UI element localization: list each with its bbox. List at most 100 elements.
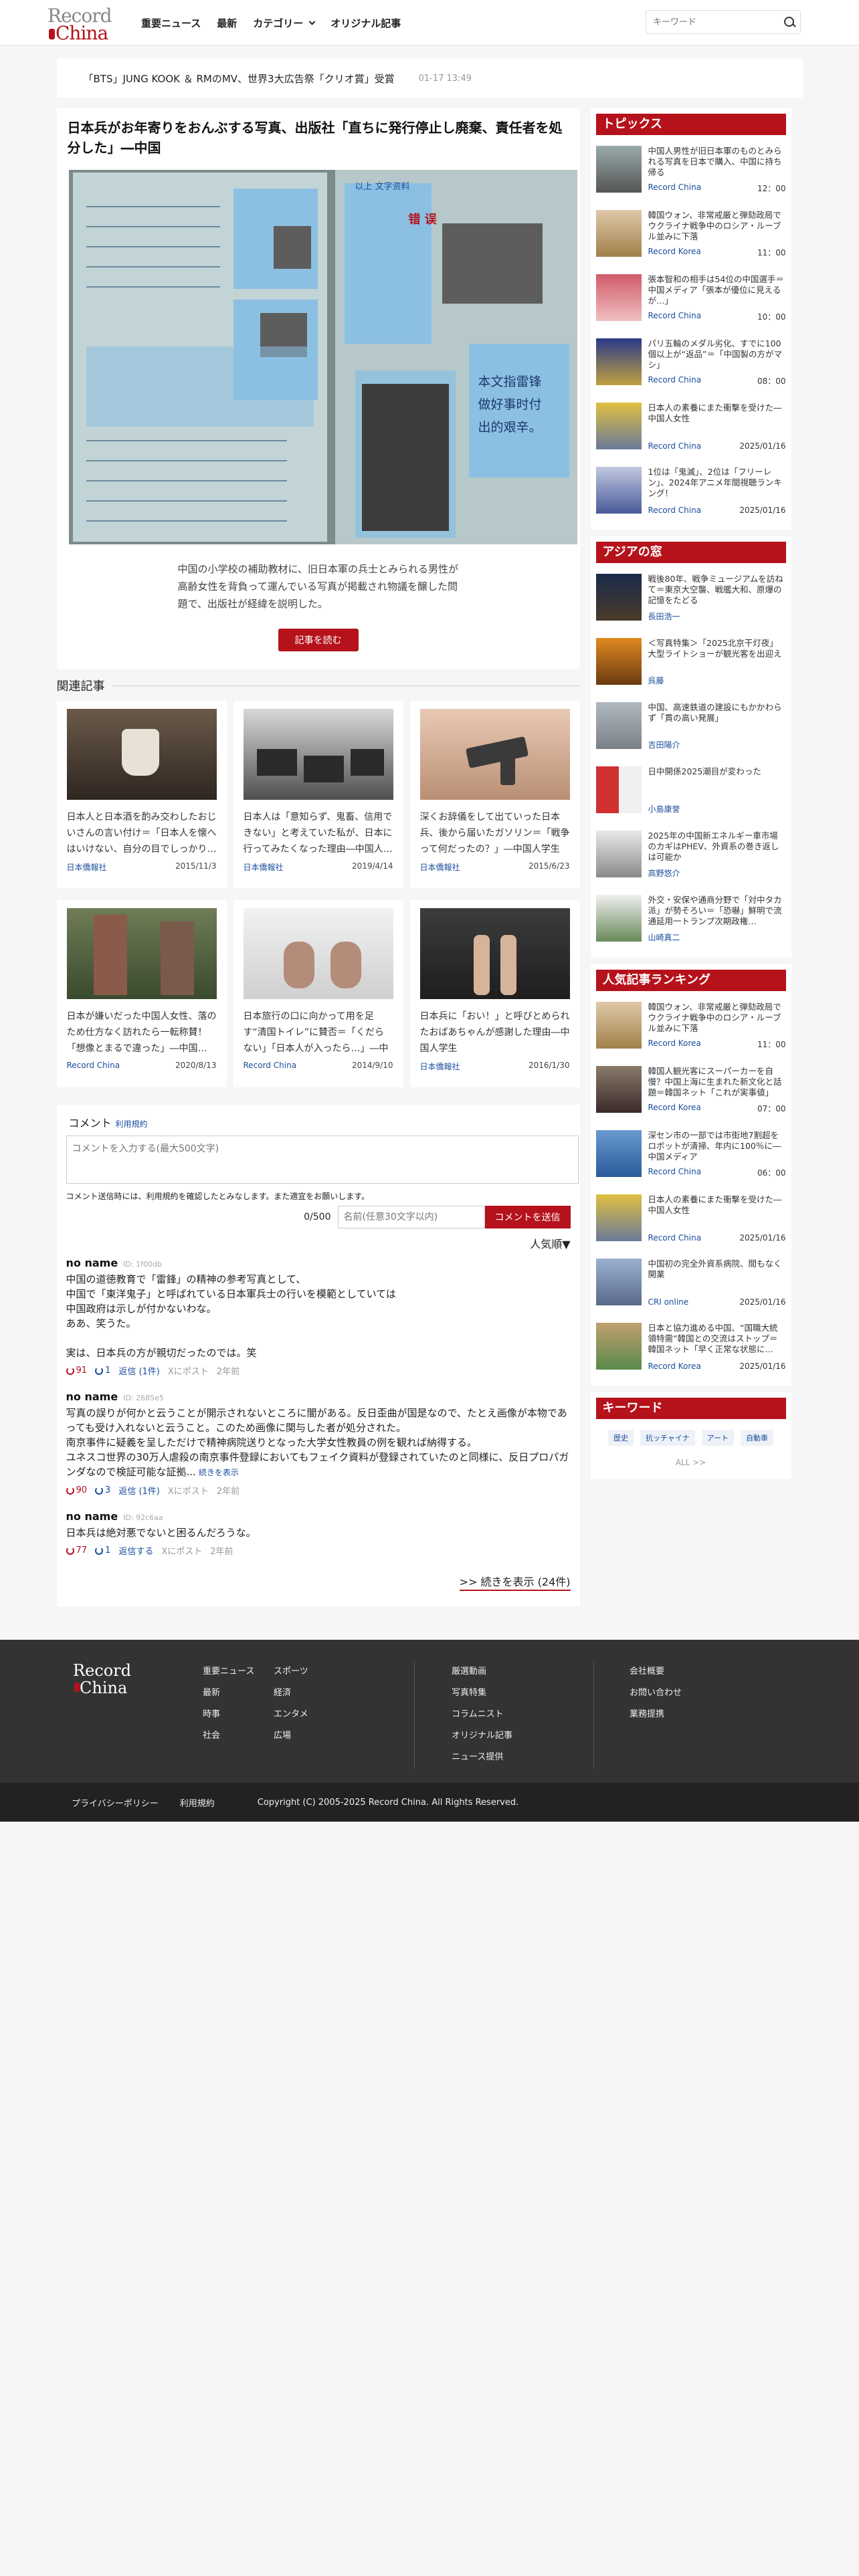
x-post-link[interactable]: Xにポスト (168, 1364, 209, 1377)
reply-link[interactable]: 返信する (118, 1544, 153, 1557)
topic-item[interactable]: パリ五輪のメダル劣化、すでに100個以上が“返品”＝「中国製の方がマシ」 Reco… (595, 338, 786, 392)
topic-item[interactable]: 中国人男性が旧日本軍のものとみられる写真を日本で購入、中国に持ち帰る Record… (595, 146, 786, 199)
read-article-button[interactable]: 記事を読む (278, 629, 359, 651)
topic-thumb[interactable] (595, 467, 642, 514)
related-thumb[interactable] (66, 709, 217, 800)
topic-thumb[interactable] (595, 403, 642, 449)
asia-item[interactable]: 2025年の中国新エネルギー車市場のカギはPHEV、外資系の巻き返しは可能か 高野… (595, 831, 786, 884)
asia-item[interactable]: 戦後80年、戦争ミュージアムを訪ねて＝東京大空襲、戦艦大和、原爆の記憶をたどる長… (595, 574, 786, 627)
like-button[interactable]: 91 (66, 1366, 87, 1376)
keyword-tag[interactable]: 歴史 (607, 1430, 634, 1446)
ranking-thumb[interactable] (595, 1194, 642, 1241)
search-box (646, 10, 801, 34)
x-post-link[interactable]: Xにポスト (161, 1544, 202, 1557)
topic-item[interactable]: 日本人の素養にまた衝撃を受けた―中国人女性 Record China 2025/01… (595, 403, 786, 456)
nav-important-news[interactable]: 重要ニュース (141, 16, 201, 30)
dislike-button[interactable]: 3 (95, 1485, 110, 1495)
send-comment-button[interactable]: コメントを送信 (484, 1206, 571, 1228)
asia-item[interactable]: ＜写真特集＞「2025北京干灯夜」大型ライトショーが観光客を出迎え 呉藤 (595, 638, 786, 691)
terms-link[interactable]: 利用規約 (116, 1119, 148, 1129)
like-button[interactable]: 90 (66, 1485, 87, 1495)
ranking-thumb[interactable] (595, 1066, 642, 1113)
ranking-item[interactable]: 日本人の素養にまた衝撃を受けた―中国人女性 Record China 2025/01… (595, 1194, 786, 1248)
related-thumb[interactable] (66, 908, 217, 999)
terms-footer-link[interactable]: 利用規約 (180, 1796, 215, 1809)
reply-link[interactable]: 返信 (1件) (118, 1484, 160, 1497)
article-title[interactable]: 日本兵がお年寄りをおんぶする写真、出版社「直ちに発行停止し廃棄、責任者を処分した… (68, 118, 571, 158)
topic-item[interactable]: 韓国ウォン、非常戒厳と弾劾政局でウクライナ戦争中のロシア・ルーブル並みに下落 Re… (595, 210, 786, 263)
ticker-headline[interactable]: 「BTS」JUNG KOOK ＆ RMのMV、世界3大広告祭「クリオ賞」受賞 (84, 72, 395, 86)
keyword-tag[interactable]: 抗ッチャイナ (640, 1430, 695, 1446)
ranking-thumb[interactable] (595, 1259, 642, 1305)
topic-thumb[interactable] (595, 210, 642, 257)
x-post-link[interactable]: Xにポスト (168, 1484, 209, 1497)
comment-user: no name (66, 1257, 118, 1269)
site-logo[interactable]: Record China (46, 3, 120, 44)
nav-original[interactable]: オリジナル記事 (330, 16, 401, 30)
thumbs-down-icon (95, 1366, 104, 1375)
ranking-item[interactable]: 日本と協力進める中国、“国職大統領特需”韓国との交流はストップ＝韓国ネット「早く… (595, 1323, 786, 1376)
ranking-thumb[interactable] (595, 1002, 642, 1049)
related-thumb[interactable] (419, 908, 570, 999)
topic-thumb[interactable] (595, 146, 642, 193)
related-item[interactable]: 日本旅行の口に向かって用を足す“清国トイレ”に賛否＝「くだらない」「日本人が入っ… (233, 900, 403, 1087)
nav-latest[interactable]: 最新 (217, 16, 237, 30)
keywords-all-link[interactable]: ALL >> (596, 1458, 786, 1467)
asia-thumb[interactable] (595, 574, 642, 621)
show-more-link[interactable]: 続きを表示 (199, 1468, 239, 1477)
ranking-item[interactable]: 韓国人観光客にスーパーカーを自慢？中国上海に生まれた新文化と話題＝韓国ネット「こ… (595, 1066, 786, 1119)
comment-item: no name ID: 2685e5 写真の誤りが何かと云うことが開示されないとこ… (66, 1390, 571, 1497)
dislike-button[interactable]: 1 (95, 1366, 110, 1376)
topic-thumb[interactable] (595, 338, 642, 385)
related-item[interactable]: 日本人と日本酒を酌み交わしたおじいさんの言い付け＝「日本人を懐へはいけない、自分… (56, 701, 227, 888)
show-more-comments-link[interactable]: >> 続きを表示 (24件) (459, 1576, 571, 1591)
nav-category[interactable]: カテゴリー (253, 16, 316, 30)
dislike-button[interactable]: 1 (95, 1545, 110, 1555)
reply-link[interactable]: 返信 (1件) (118, 1364, 160, 1377)
related-item[interactable]: 日本が嫌いだった中国人女性、落の ため仕方なく訪れたら一転称賛！「想像とまるで違… (56, 900, 227, 1087)
main-column: 日本兵がお年寄りをおんぶする写真、出版社「直ちに発行停止し廃棄、責任者を処分した… (56, 108, 580, 1606)
keywords-heading: キーワード (595, 1398, 786, 1419)
asia-item[interactable]: 外交・安保や通商分野で「対中タカ派」が勢そろい＝「恐嚇」鮮明で流通延用一トランプ… (595, 895, 786, 948)
copyright: Copyright (C) 2005-2025 Record China. Al… (257, 1797, 519, 1808)
like-button[interactable]: 77 (66, 1545, 87, 1555)
ranking-item[interactable]: 韓国ウォン、非常戒厳と弾劾政局でウクライナ戦争中のロシア・ルーブル並みに下落 Re… (595, 1002, 786, 1055)
sort-dropdown[interactable]: 人気順▼ (66, 1235, 570, 1251)
asia-thumb[interactable] (595, 831, 642, 877)
asia-thumb[interactable] (595, 766, 642, 813)
topic-item[interactable]: 1位は「鬼滅」、2位は「フリーレン」、2024年アニメ年間視聴ランキング！ Rec… (595, 467, 786, 520)
asia-thumb[interactable] (595, 895, 642, 942)
asia-thumb[interactable] (595, 638, 642, 685)
footer-col-1: 重要ニュース 最新 時事 社会 (203, 1667, 255, 1741)
comment-textarea[interactable] (66, 1136, 579, 1184)
asia-item[interactable]: 中国、高速鉄道の建設にもかかわらず「貫の高い発展」 吉田陽介 (595, 702, 786, 756)
comment-user: no name (66, 1390, 118, 1403)
keyword-tag[interactable]: 自動車 (741, 1430, 773, 1446)
topic-item[interactable]: 張本智和の相手は54位の中国選手＝中国メディア「張本が優位に見えるが…」 Reco… (595, 274, 786, 328)
article-photo[interactable]: 错 误 以上 文字资料 本文指雷锋 做好事时付 出的艰辛。 (68, 170, 577, 544)
comment-item: no name ID: 1f00db 中国の道徳教育で「雷鋒」の精神の参考写真とし… (66, 1257, 571, 1377)
related-thumb[interactable] (419, 709, 570, 800)
thumbs-up-icon (66, 1366, 74, 1375)
topic-thumb[interactable] (595, 274, 642, 321)
related-thumb[interactable] (243, 908, 393, 999)
related-grid: 日本人と日本酒を酌み交わしたおじいさんの言い付け＝「日本人を懐へはいけない、自分… (56, 701, 580, 1087)
privacy-link[interactable]: プライバシーポリシー (72, 1796, 159, 1809)
keyword-tag[interactable]: アート (701, 1430, 734, 1446)
related-thumb[interactable] (243, 709, 393, 800)
footer-logo[interactable]: Record China (73, 1661, 140, 1697)
name-input[interactable] (337, 1206, 485, 1228)
related-item[interactable]: 深くお辞儀をして出ていった日本兵、後から届いたガソリン＝「戦争って何だったの？」… (409, 701, 580, 888)
asia-thumb[interactable] (595, 702, 642, 749)
ranking-thumb[interactable] (595, 1130, 642, 1177)
search-input[interactable] (646, 11, 777, 33)
related-item[interactable]: 日本人は「意知らず、鬼畜、信用できない」と考えていた私が、日本に行ってみたくなっ… (233, 701, 403, 888)
ranking-item[interactable]: 中国初の完全外資系病院、間もなく開業 CRI online 2025/01/16 (595, 1259, 786, 1312)
related-item[interactable]: 日本兵に「おい！」と呼びとめられたおばあちゃんが感謝した理由―中国人学生 日本僑… (409, 900, 580, 1087)
news-ticker[interactable]: 「BTS」JUNG KOOK ＆ RMのMV、世界3大広告祭「クリオ賞」受賞 0… (56, 59, 803, 98)
search-icon[interactable] (777, 11, 800, 33)
asia-item[interactable]: 日中開係2025潮目が変わった 小島康誉 (595, 766, 786, 820)
ranking-item[interactable]: 深セン市の一部では市街地7割超をロボットが清掃、年内に100％に―中国メディア R… (595, 1130, 786, 1184)
ranking-box: 人気記事ランキング 韓国ウォン、非常戒厳と弾劾政局でウクライナ戦争中のロシア・ル… (590, 964, 791, 1386)
ranking-thumb[interactable] (595, 1323, 642, 1370)
